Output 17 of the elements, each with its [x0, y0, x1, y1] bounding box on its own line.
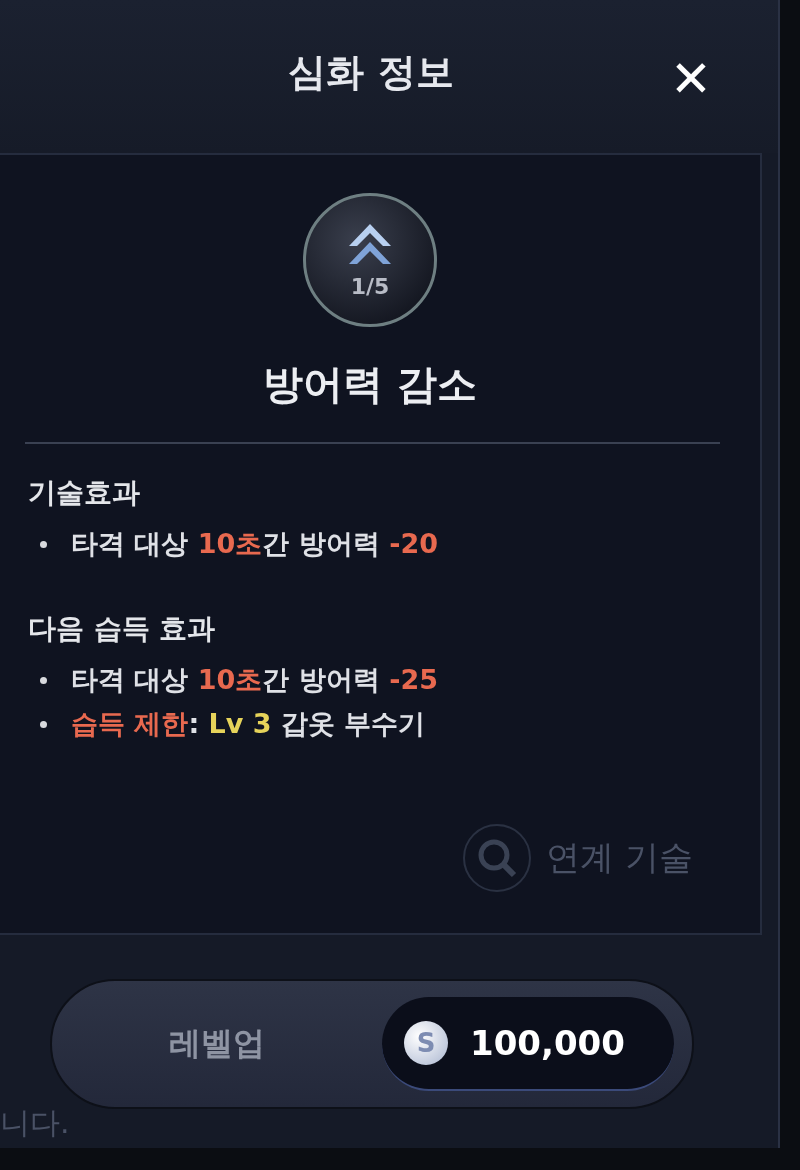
skill-name: 방어력 감소	[263, 360, 477, 409]
cost-amount: 100,000	[470, 1023, 625, 1063]
levelup-button[interactable]: 레벨업 S 100,000	[50, 979, 694, 1109]
window-title: 심화 정보	[288, 49, 454, 96]
linked-skill-label: 연계 기술	[546, 836, 693, 879]
coin-icon: S	[404, 1021, 448, 1065]
close-button[interactable]: ✕	[660, 48, 722, 110]
effect-text: 타격 대상 10초간 방어력 -20	[71, 527, 438, 561]
section-heading: 기술효과	[28, 475, 141, 511]
effect-text: 습득 제한: Lv 3 갑옷 부수기	[71, 707, 426, 741]
skill-level: 1/5	[350, 273, 390, 299]
bullet-icon	[40, 676, 47, 684]
bullet-icon	[40, 720, 47, 728]
search-icon	[462, 823, 532, 893]
section-heading: 다음 습득 효과	[28, 611, 217, 647]
effect-text: 타격 대상 10초간 방어력 -25	[71, 663, 438, 697]
bullet-icon	[40, 540, 47, 548]
